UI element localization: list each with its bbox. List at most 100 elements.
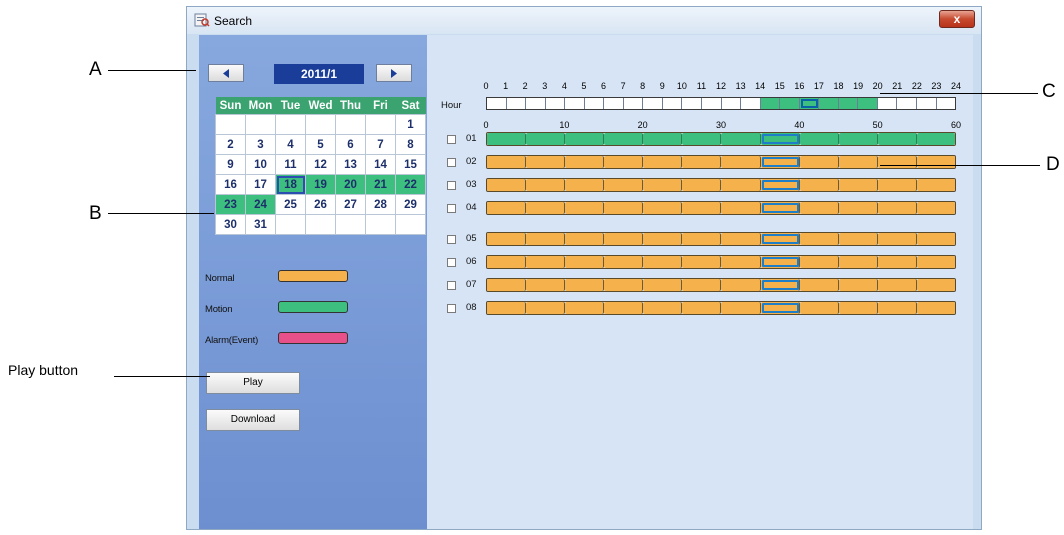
minute-segment[interactable] <box>760 202 800 214</box>
calendar-day-20[interactable]: 20 <box>335 174 366 195</box>
hour-segment[interactable] <box>643 98 663 109</box>
minute-segment[interactable] <box>604 156 644 168</box>
minute-segment[interactable] <box>838 202 878 214</box>
minute-segment[interactable] <box>877 302 917 314</box>
channel-checkbox[interactable] <box>447 204 456 213</box>
play-button[interactable]: Play <box>206 372 300 394</box>
channel-checkbox[interactable] <box>447 158 456 167</box>
hour-segment[interactable] <box>663 98 683 109</box>
minute-segment[interactable] <box>682 256 722 268</box>
calendar-day-5[interactable]: 5 <box>305 134 336 155</box>
minute-segment[interactable] <box>487 302 527 314</box>
minute-segment[interactable] <box>916 256 955 268</box>
calendar-day-11[interactable]: 11 <box>275 154 306 175</box>
minute-segment[interactable] <box>877 279 917 291</box>
channel-checkbox[interactable] <box>447 304 456 313</box>
calendar-day-30[interactable]: 30 <box>215 214 246 235</box>
minute-segment[interactable] <box>799 302 839 314</box>
calendar-day-8[interactable]: 8 <box>395 134 426 155</box>
minute-segment[interactable] <box>721 133 761 145</box>
minute-segment[interactable] <box>487 279 527 291</box>
minute-segment[interactable] <box>760 302 800 314</box>
minute-segment[interactable] <box>643 179 683 191</box>
channel-05-timeline[interactable] <box>486 232 956 246</box>
calendar-day-27[interactable]: 27 <box>335 194 366 215</box>
calendar-day-10[interactable]: 10 <box>245 154 276 175</box>
minute-segment[interactable] <box>526 202 566 214</box>
minute-segment[interactable] <box>916 156 955 168</box>
hour-segment[interactable] <box>760 98 781 109</box>
minute-segment[interactable] <box>877 179 917 191</box>
minute-segment[interactable] <box>643 233 683 245</box>
hour-segment[interactable] <box>604 98 624 109</box>
minute-segment[interactable] <box>526 279 566 291</box>
minute-segment[interactable] <box>565 156 605 168</box>
calendar-day-9[interactable]: 9 <box>215 154 246 175</box>
minute-segment[interactable] <box>682 133 722 145</box>
hour-segment[interactable] <box>858 98 878 109</box>
channel-08-timeline[interactable] <box>486 301 956 315</box>
minute-segment[interactable] <box>565 233 605 245</box>
minute-segment[interactable] <box>916 133 955 145</box>
channel-06-timeline[interactable] <box>486 255 956 269</box>
minute-segment[interactable] <box>721 179 761 191</box>
minute-segment[interactable] <box>682 179 722 191</box>
minute-segment[interactable] <box>721 279 761 291</box>
minute-segment[interactable] <box>643 133 683 145</box>
hour-segment[interactable] <box>937 98 956 109</box>
download-button[interactable]: Download <box>206 409 300 431</box>
minute-segment[interactable] <box>721 302 761 314</box>
hour-segment[interactable] <box>702 98 722 109</box>
hour-segment[interactable] <box>526 98 546 109</box>
minute-segment[interactable] <box>487 156 527 168</box>
minute-segment[interactable] <box>760 156 800 168</box>
channel-checkbox[interactable] <box>447 258 456 267</box>
hour-segment[interactable] <box>838 98 859 109</box>
minute-segment[interactable] <box>643 279 683 291</box>
channel-02-timeline[interactable] <box>486 155 956 169</box>
minute-segment[interactable] <box>877 202 917 214</box>
minute-segment[interactable] <box>565 279 605 291</box>
minute-segment[interactable] <box>799 256 839 268</box>
minute-segment[interactable] <box>838 233 878 245</box>
minute-segment[interactable] <box>799 202 839 214</box>
hour-timeline[interactable] <box>486 97 956 110</box>
minute-segment[interactable] <box>487 202 527 214</box>
minute-segment[interactable] <box>799 133 839 145</box>
minute-segment[interactable] <box>760 179 800 191</box>
minute-segment[interactable] <box>526 133 566 145</box>
minute-segment[interactable] <box>526 179 566 191</box>
calendar-day-14[interactable]: 14 <box>365 154 396 175</box>
minute-segment[interactable] <box>604 202 644 214</box>
calendar-day-17[interactable]: 17 <box>245 174 276 195</box>
calendar-day-6[interactable]: 6 <box>335 134 366 155</box>
channel-checkbox[interactable] <box>447 135 456 144</box>
minute-segment[interactable] <box>643 302 683 314</box>
calendar-day-4[interactable]: 4 <box>275 134 306 155</box>
minute-segment[interactable] <box>799 179 839 191</box>
hour-segment[interactable] <box>780 98 800 109</box>
calendar-day-12[interactable]: 12 <box>305 154 336 175</box>
minute-segment[interactable] <box>721 256 761 268</box>
hour-segment[interactable] <box>682 98 703 109</box>
calendar-day-2[interactable]: 2 <box>215 134 246 155</box>
hour-segment[interactable] <box>546 98 566 109</box>
calendar-day-1[interactable]: 1 <box>395 114 426 135</box>
minute-segment[interactable] <box>487 256 527 268</box>
minute-segment[interactable] <box>604 179 644 191</box>
minute-segment[interactable] <box>877 233 917 245</box>
minute-segment[interactable] <box>799 233 839 245</box>
minute-segment[interactable] <box>916 302 955 314</box>
channel-checkbox[interactable] <box>447 281 456 290</box>
minute-segment[interactable] <box>838 302 878 314</box>
minute-segment[interactable] <box>565 256 605 268</box>
calendar-day-21[interactable]: 21 <box>365 174 396 195</box>
hour-segment[interactable] <box>741 98 761 109</box>
minute-segment[interactable] <box>760 256 800 268</box>
minute-segment[interactable] <box>916 233 955 245</box>
minute-segment[interactable] <box>526 302 566 314</box>
minute-segment[interactable] <box>838 179 878 191</box>
minute-segment[interactable] <box>565 302 605 314</box>
minute-segment[interactable] <box>799 156 839 168</box>
minute-segment[interactable] <box>877 256 917 268</box>
